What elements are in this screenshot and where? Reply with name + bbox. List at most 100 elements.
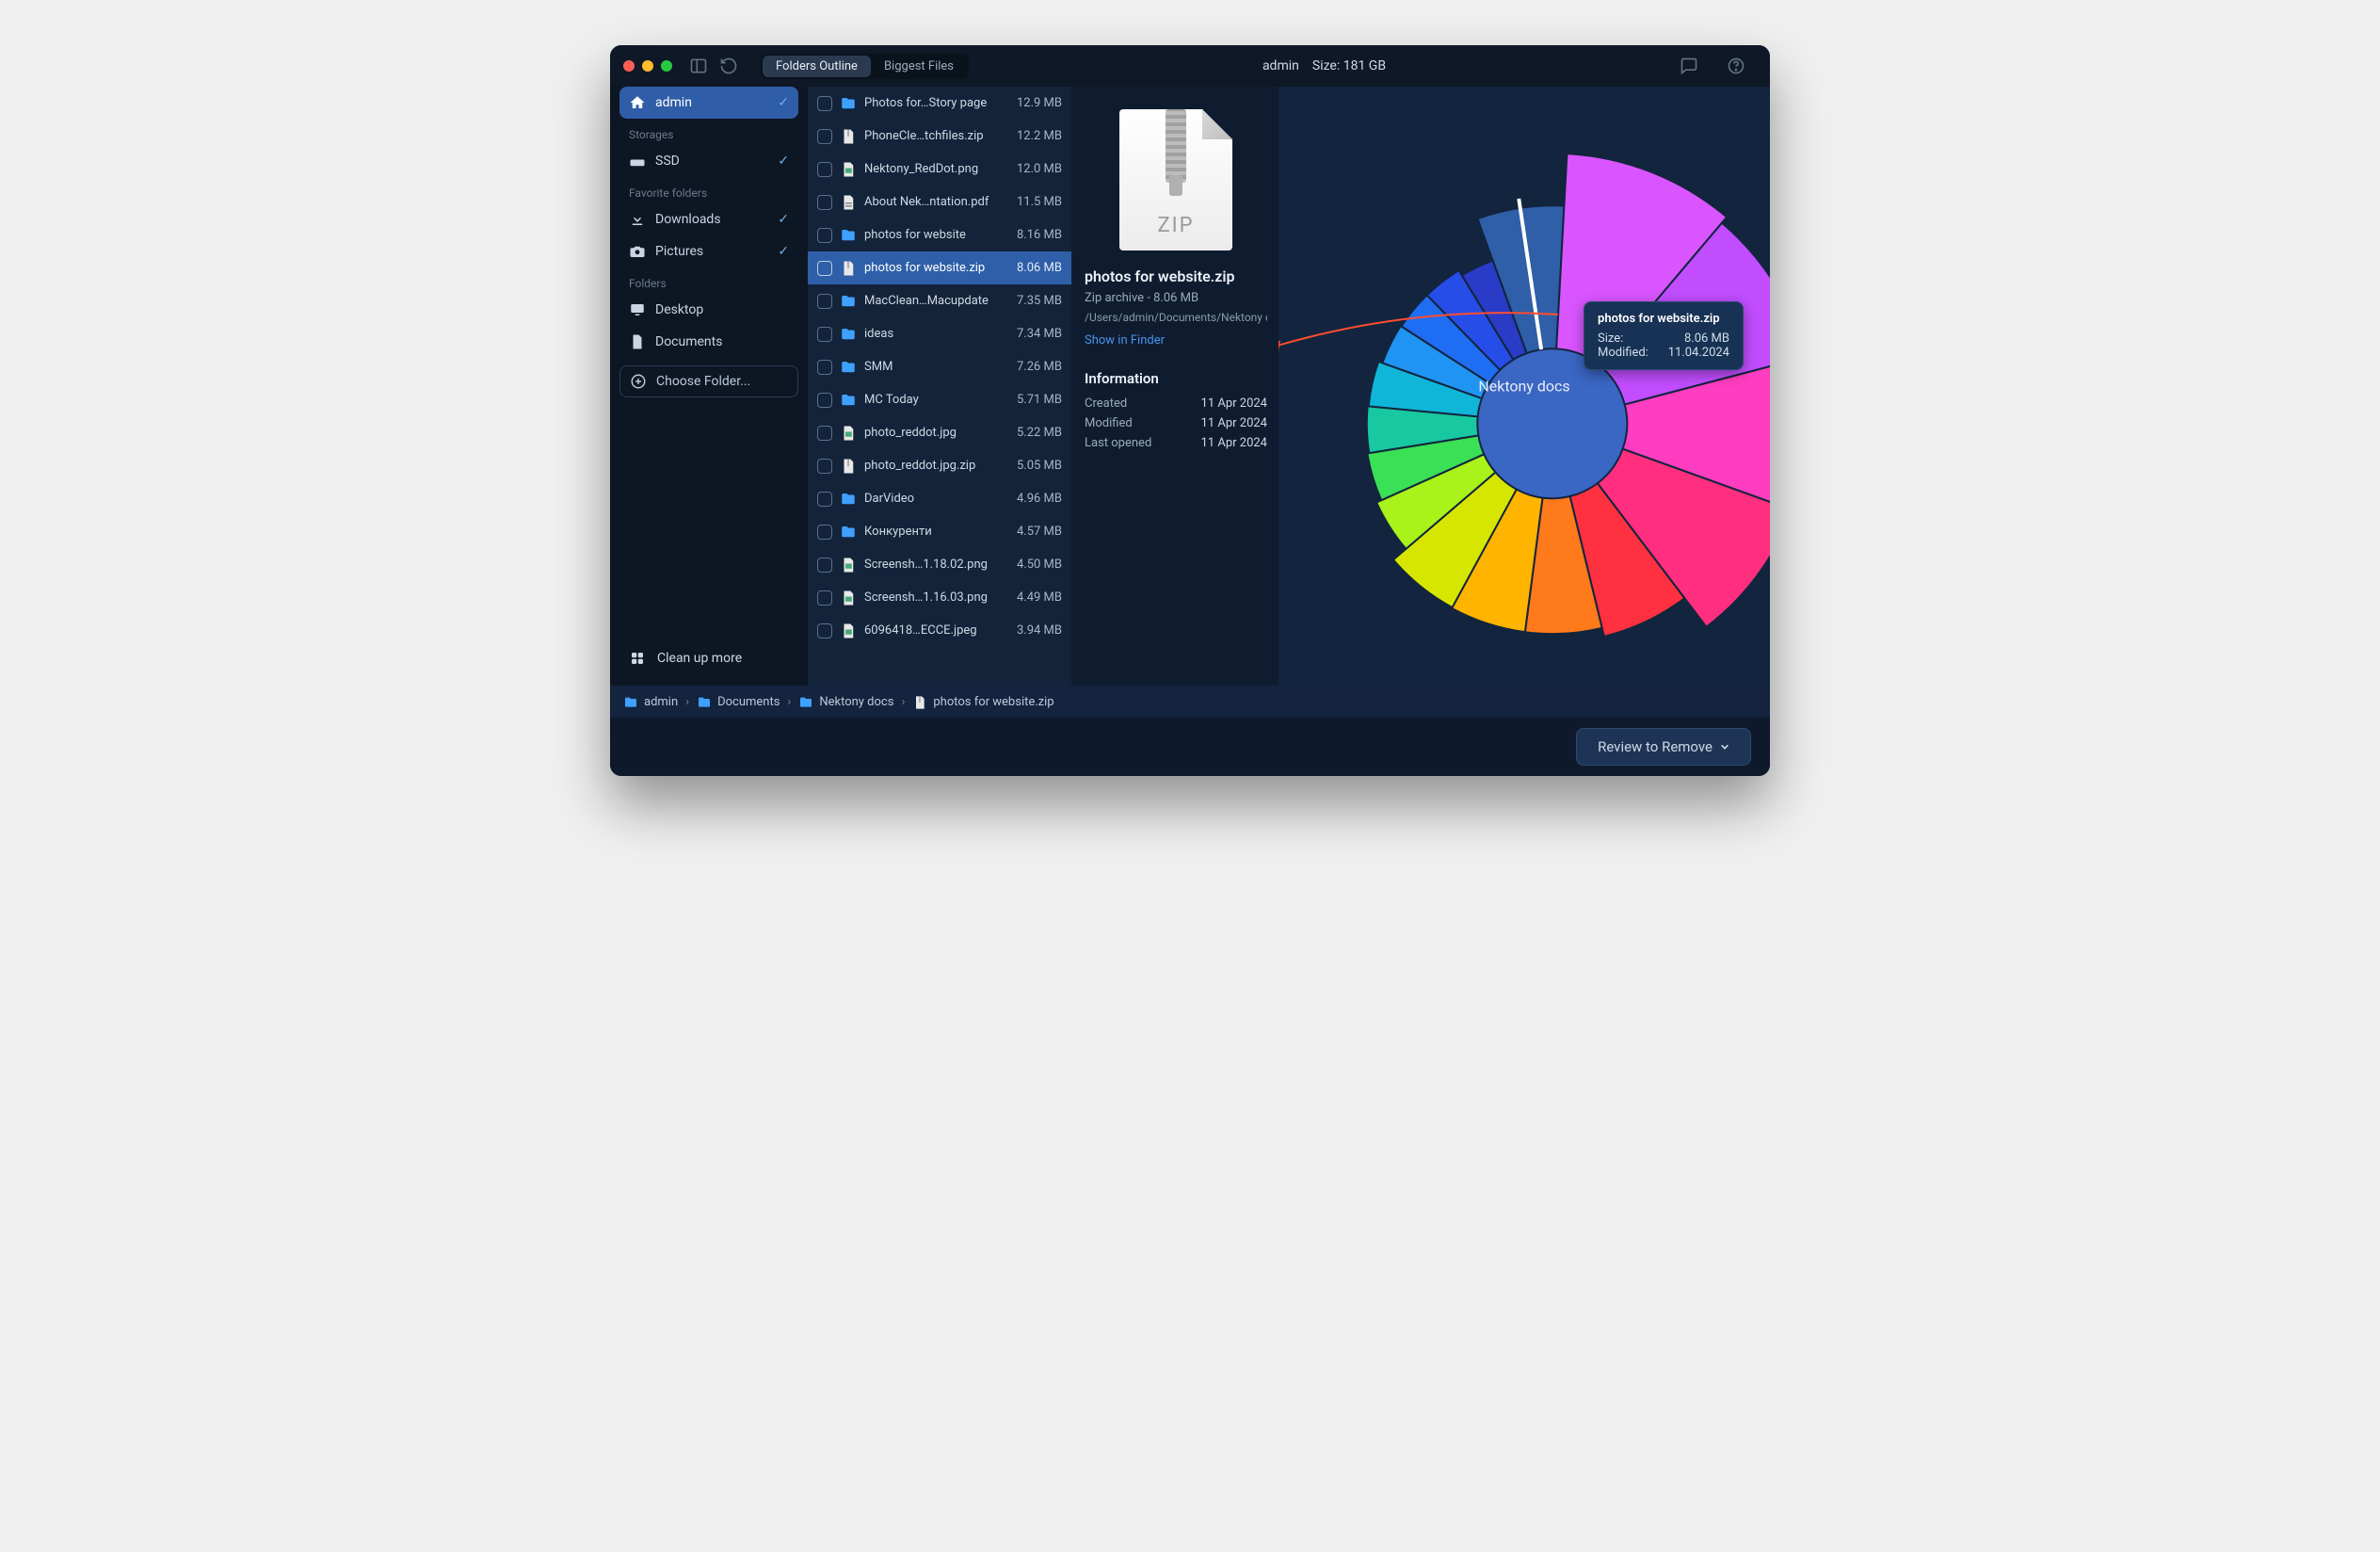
tooltip-title: photos for website.zip xyxy=(1598,312,1729,326)
row-size: 4.96 MB xyxy=(1017,492,1062,506)
sidebar-item-pictures[interactable]: Pictures ✓ xyxy=(619,235,798,267)
file-row[interactable]: Screensh…1.16.03.png4.49 MB xyxy=(808,581,1071,614)
sidebar-item-label: admin xyxy=(655,95,692,110)
cleanup-more-button[interactable]: Clean up more xyxy=(619,640,798,676)
row-checkbox[interactable] xyxy=(817,294,832,309)
file-row[interactable]: PhoneCle…tchfiles.zip12.2 MB xyxy=(808,120,1071,153)
show-in-finder-link[interactable]: Show in Finder xyxy=(1085,333,1267,348)
file-icon xyxy=(912,695,927,708)
tab-biggest-files[interactable]: Biggest Files xyxy=(871,56,967,77)
file-row[interactable]: photo_reddot.jpg.zip5.05 MB xyxy=(808,449,1071,482)
file-row[interactable]: MC Today5.71 MB xyxy=(808,383,1071,416)
sidebar-item-label: Documents xyxy=(655,334,722,349)
file-row[interactable]: Screensh…1.18.02.png4.50 MB xyxy=(808,548,1071,581)
sidebar-item-downloads[interactable]: Downloads ✓ xyxy=(619,203,798,235)
row-checkbox[interactable] xyxy=(817,525,832,540)
choose-folder-button[interactable]: Choose Folder... xyxy=(619,365,798,397)
tooltip-modified-label: Modified: xyxy=(1598,346,1648,360)
row-checkbox[interactable] xyxy=(817,492,832,507)
sidebar-item-documents[interactable]: Documents xyxy=(619,326,798,358)
folder-icon xyxy=(840,392,857,409)
check-icon: ✓ xyxy=(778,244,789,259)
row-checkbox[interactable] xyxy=(817,558,832,573)
row-size: 5.05 MB xyxy=(1017,459,1062,473)
tooltip-size-label: Size: xyxy=(1598,331,1623,346)
zip-icon xyxy=(840,260,857,277)
file-row[interactable]: Конкуренти4.57 MB xyxy=(808,515,1071,548)
row-checkbox[interactable] xyxy=(817,261,832,276)
file-row[interactable]: ideas7.34 MB xyxy=(808,317,1071,350)
titlebar-size: Size: 181 GB xyxy=(1312,58,1386,73)
tooltip-modified-value: 11.04.2024 xyxy=(1668,346,1729,360)
row-checkbox[interactable] xyxy=(817,162,832,177)
file-row[interactable]: Nektony_RedDot.png12.0 MB xyxy=(808,153,1071,186)
row-checkbox[interactable] xyxy=(817,96,832,111)
close-button[interactable] xyxy=(623,60,635,72)
maximize-button[interactable] xyxy=(661,60,672,72)
row-checkbox[interactable] xyxy=(817,195,832,210)
crumb-item[interactable]: admin xyxy=(623,695,678,709)
row-checkbox[interactable] xyxy=(817,393,832,408)
sidebar-section-storages: Storages xyxy=(619,119,798,145)
image-icon xyxy=(840,557,857,574)
info-opened-label: Last opened xyxy=(1085,436,1151,450)
row-checkbox[interactable] xyxy=(817,327,832,342)
file-row[interactable]: photos for website8.16 MB xyxy=(808,218,1071,251)
zip-icon-label: ZIP xyxy=(1119,214,1232,237)
crumb-item[interactable]: Documents xyxy=(697,695,780,709)
check-icon: ✓ xyxy=(778,95,789,110)
crumb-item[interactable]: photos for website.zip xyxy=(912,695,1053,709)
crumb-item[interactable]: Nektony docs xyxy=(798,695,893,709)
folder-icon xyxy=(697,695,712,708)
row-checkbox[interactable] xyxy=(817,360,832,375)
bottom-bar: Review to Remove xyxy=(610,718,1770,776)
row-name: photos for website.zip xyxy=(864,261,1009,275)
file-list: Photos for…Story page12.9 MBPhoneCle…tch… xyxy=(808,87,1071,686)
row-name: photo_reddot.jpg xyxy=(864,426,1009,440)
row-size: 7.26 MB xyxy=(1017,360,1062,374)
help-icon[interactable] xyxy=(1727,57,1745,75)
feedback-icon[interactable] xyxy=(1680,57,1698,75)
sidebar-section-favorite: Favorite folders xyxy=(619,177,798,203)
cleanup-more-label: Clean up more xyxy=(657,651,742,666)
file-row[interactable]: About Nek…ntation.pdf11.5 MB xyxy=(808,186,1071,218)
row-checkbox[interactable] xyxy=(817,459,832,474)
file-row[interactable]: 6096418…ECCE.jpeg3.94 MB xyxy=(808,614,1071,647)
home-icon xyxy=(629,94,646,111)
review-to-remove-button[interactable]: Review to Remove xyxy=(1576,728,1751,766)
row-checkbox[interactable] xyxy=(817,129,832,144)
crumb-label: Documents xyxy=(717,695,780,709)
pdf-icon xyxy=(840,194,857,211)
row-name: ideas xyxy=(864,327,1009,341)
file-row[interactable]: SMM7.26 MB xyxy=(808,350,1071,383)
information-heading: Information xyxy=(1085,370,1267,387)
row-checkbox[interactable] xyxy=(817,228,832,243)
sidebar-toggle-icon[interactable] xyxy=(689,57,708,75)
crumb-separator: › xyxy=(787,695,791,709)
file-row[interactable]: DarVideo4.96 MB xyxy=(808,482,1071,515)
window-controls xyxy=(623,60,672,72)
sunburst-chart[interactable] xyxy=(1278,87,1770,686)
tab-folders-outline[interactable]: Folders Outline xyxy=(763,56,871,77)
refresh-icon[interactable] xyxy=(719,57,738,75)
info-created-label: Created xyxy=(1085,396,1127,411)
minimize-button[interactable] xyxy=(642,60,653,72)
row-size: 7.35 MB xyxy=(1017,294,1062,308)
row-name: MacClean…Macupdate xyxy=(864,294,1009,308)
info-created-value: 11 Apr 2024 xyxy=(1201,396,1267,411)
file-row[interactable]: MacClean…Macupdate 7.35 MB xyxy=(808,284,1071,317)
sidebar-item-desktop[interactable]: Desktop xyxy=(619,294,798,326)
file-row[interactable]: Photos for…Story page12.9 MB xyxy=(808,87,1071,120)
file-row[interactable]: photo_reddot.jpg5.22 MB xyxy=(808,416,1071,449)
row-checkbox[interactable] xyxy=(817,623,832,639)
chevron-down-icon xyxy=(1720,742,1729,752)
sidebar-item-admin[interactable]: admin ✓ xyxy=(619,87,798,119)
sunburst-tooltip: photos for website.zip Size:8.06 MB Modi… xyxy=(1584,301,1744,370)
crumb-label: admin xyxy=(644,695,678,709)
row-checkbox[interactable] xyxy=(817,426,832,441)
row-name: MC Today xyxy=(864,393,1009,407)
file-row[interactable]: photos for website.zip8.06 MB xyxy=(808,251,1071,284)
row-size: 4.57 MB xyxy=(1017,525,1062,539)
row-checkbox[interactable] xyxy=(817,590,832,606)
sidebar-item-ssd[interactable]: SSD ✓ xyxy=(619,145,798,177)
